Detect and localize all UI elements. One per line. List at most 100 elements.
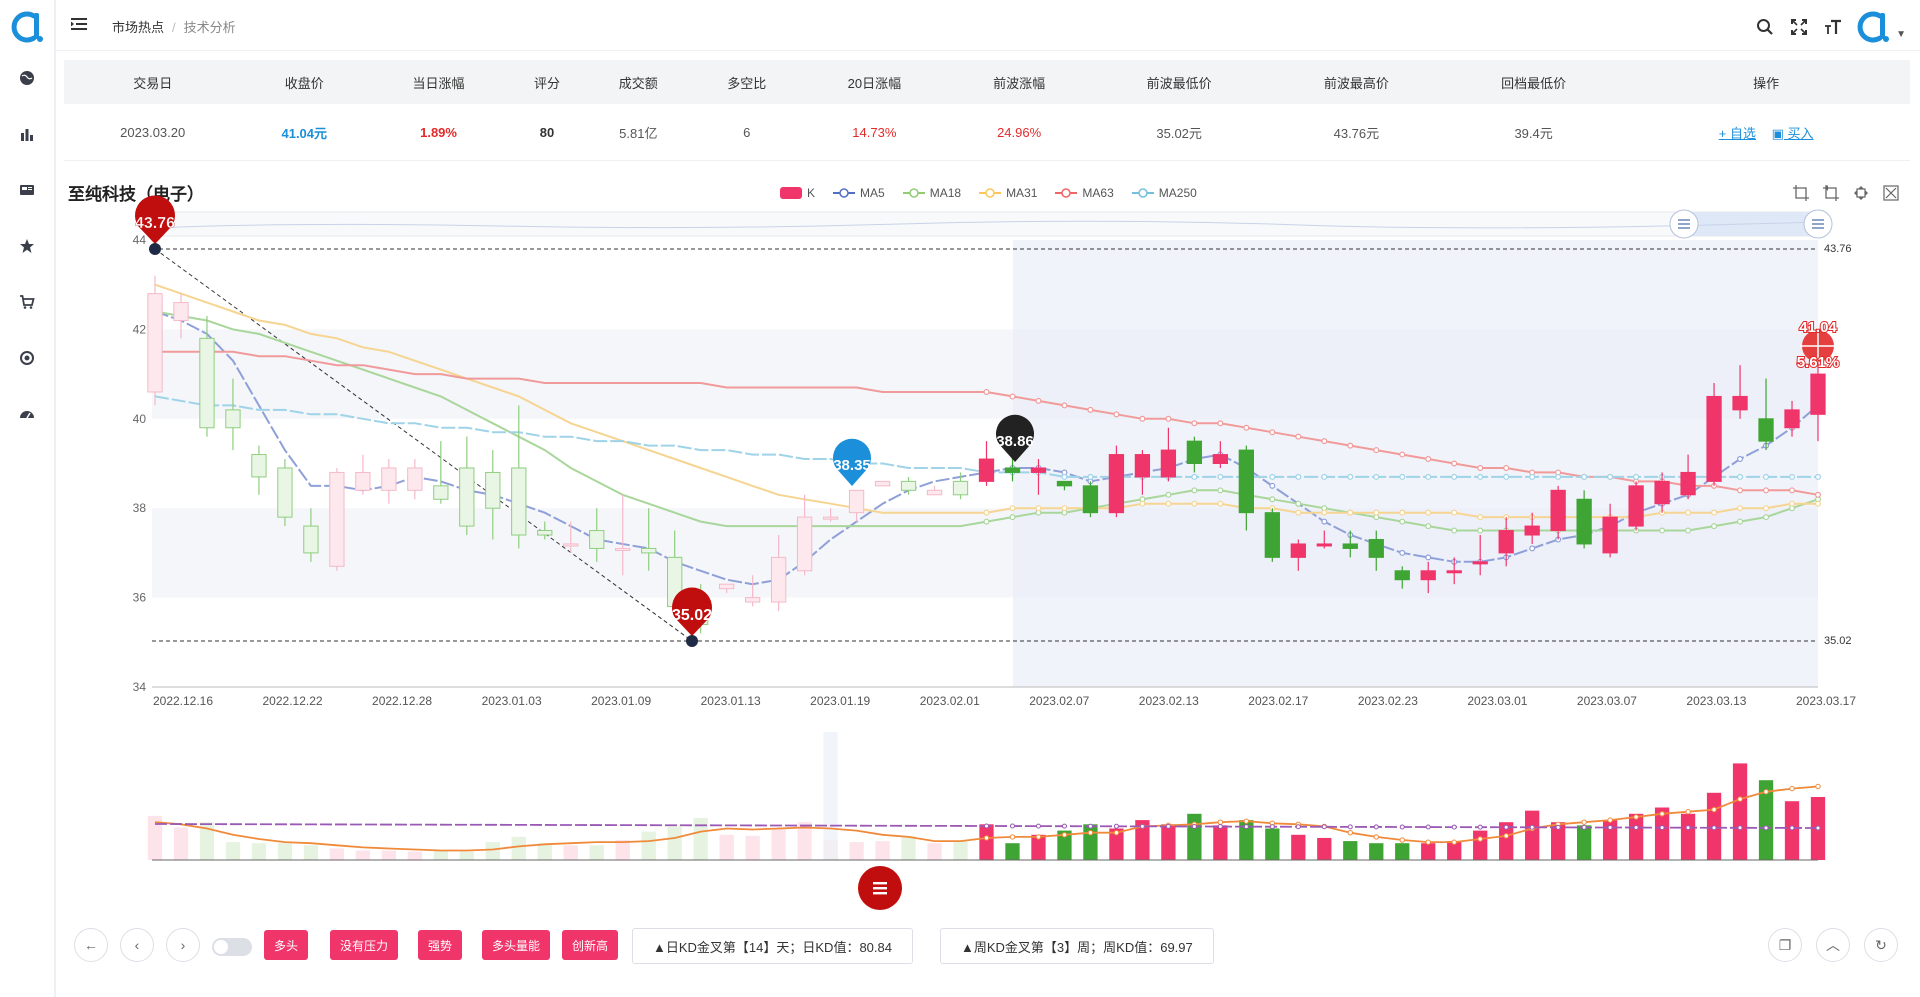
back-button[interactable]: ←: [74, 928, 108, 962]
x-tick-label: 2023.03.13: [1686, 694, 1746, 708]
daily-kd-info: ▲日KD金叉第【14】天；日KD值：80.84: [632, 928, 913, 964]
candle-body: [1394, 570, 1410, 581]
datazoom-handle-left[interactable]: [1669, 209, 1699, 239]
ma-point-ma31: [1165, 500, 1172, 507]
datazoom-slider[interactable]: [151, 211, 1819, 237]
volume-avg-point: [1659, 825, 1665, 831]
volume-bar: [849, 842, 864, 860]
ma-point-ma5: [1321, 518, 1328, 525]
volume-bar: [1265, 828, 1280, 860]
y-axis: 34 36 38 40 42 44: [133, 233, 147, 694]
arrow-left-icon: ←: [84, 937, 98, 953]
mode-toggle[interactable]: [212, 938, 252, 956]
candle-body: [303, 525, 319, 554]
bottom-toolbar: ← ‹ › 多头 没有压力 强势 多头量能 创新高 ▲日KD金叉第【14】天；日…: [74, 926, 1900, 966]
ma-point-ma63: [1035, 397, 1042, 404]
x-tick-label: 2023.01.13: [701, 694, 761, 708]
candle-body: [874, 480, 891, 487]
copy-button[interactable]: ❐: [1768, 928, 1802, 962]
volume-bar: [329, 848, 345, 860]
candle-body: [1004, 467, 1021, 473]
volume-bar: [1395, 843, 1410, 860]
kline-chart[interactable]: 343638404244 2022.12.16 2022.12.22 2022.12…: [0, 0, 1920, 997]
volume-avg-point: [1373, 824, 1379, 830]
pin-blue-label: 38.35: [833, 457, 871, 474]
volume-avg-point: [1503, 824, 1509, 830]
volume-avg-point: [1555, 824, 1561, 830]
ma-point-ma63: [1451, 460, 1458, 467]
ma-point-ma63: [1295, 433, 1302, 440]
ma-point-ma63: [1269, 429, 1276, 436]
ma-point-ma31: [1217, 500, 1224, 507]
ma-point-ma63: [1477, 464, 1484, 471]
volume-avg-point: [1815, 825, 1821, 831]
volume-bar: [693, 818, 708, 860]
ma-point-ma18: [1191, 487, 1198, 494]
candle-body: [589, 530, 605, 549]
tag-no-pressure[interactable]: 没有压力: [330, 930, 399, 960]
scroll-top-button[interactable]: ︿: [1816, 928, 1850, 962]
volume-bar: [1005, 843, 1020, 860]
volume-bar: [1213, 825, 1228, 860]
candle-body: [173, 302, 189, 321]
datazoom-handle-right[interactable]: [1803, 209, 1833, 239]
tag-bullish-volume[interactable]: 多头量能: [482, 930, 551, 960]
y-tick-label: 34: [133, 680, 147, 694]
volume-avg-point: [1763, 825, 1769, 831]
ma-point-ma63: [983, 388, 990, 395]
ma-point-ma250: [1295, 473, 1302, 480]
candle-body: [1498, 530, 1514, 554]
volume-bar: [953, 841, 968, 860]
volume-ma-point: [1399, 837, 1405, 843]
candle-body: [1134, 454, 1151, 478]
tag-strong[interactable]: 强势: [418, 930, 463, 960]
ma-point-ma31: [1347, 509, 1354, 516]
candle-body: [1446, 570, 1462, 574]
ma-point-ma250: [1269, 473, 1276, 480]
next-button[interactable]: ›: [166, 928, 200, 962]
candle-body: [1524, 525, 1540, 536]
volume-avg-point: [1347, 824, 1353, 830]
ma-point-ma18: [1659, 527, 1666, 534]
last-price-marker[interactable]: 41.04 5.61%: [1796, 318, 1841, 372]
ma-point-ma31: [1035, 505, 1042, 512]
ma-point-ma31: [1399, 509, 1406, 516]
candle-body: [926, 489, 943, 496]
refresh-button[interactable]: ↻: [1864, 928, 1898, 962]
prev-button[interactable]: ‹: [120, 928, 154, 962]
volume-avg-point: [1477, 824, 1483, 830]
candle-body: [1238, 449, 1254, 514]
candle-body: [1680, 471, 1696, 496]
volume-avg-point: [1399, 824, 1405, 830]
tag-new-high[interactable]: 创新高: [562, 930, 619, 960]
ma-point-ma250: [1581, 473, 1588, 480]
ma-point-ma63: [1165, 415, 1172, 422]
candle-body: [1758, 418, 1774, 442]
ma-point-ma31: [1373, 509, 1380, 516]
chart-menu-button[interactable]: [858, 866, 902, 910]
volume-ma-point: [1243, 818, 1250, 824]
ma-point-ma31: [1711, 509, 1718, 516]
ma-point-ma250: [1451, 473, 1458, 480]
volume-ma-point: [1633, 814, 1639, 820]
chevron-left-icon: ‹: [134, 937, 140, 953]
ma-point-ma63: [1763, 487, 1770, 494]
x-tick-label: 2022.12.22: [263, 694, 323, 708]
ma-point-ma250: [1555, 473, 1562, 480]
ma-point-ma63: [1139, 415, 1146, 422]
volume-bar: [1732, 763, 1748, 860]
x-tick-label: 2023.02.17: [1248, 694, 1308, 708]
volume-bar: [303, 845, 319, 860]
volume-avg-point: [1685, 825, 1691, 831]
volume-avg-point: [1581, 824, 1587, 830]
volume-avg-point: [1607, 824, 1613, 830]
volume-ma-point: [1477, 836, 1483, 842]
candle-body: [1290, 543, 1306, 558]
volume-avg-point: [1009, 823, 1015, 829]
volume-bar: [615, 840, 630, 860]
ma-point-ma18: [1399, 518, 1406, 525]
candle-body: [251, 454, 267, 478]
ma-point-ma250: [1399, 473, 1406, 480]
volume-bar: [277, 843, 293, 860]
tag-bullish[interactable]: 多头: [264, 930, 309, 960]
